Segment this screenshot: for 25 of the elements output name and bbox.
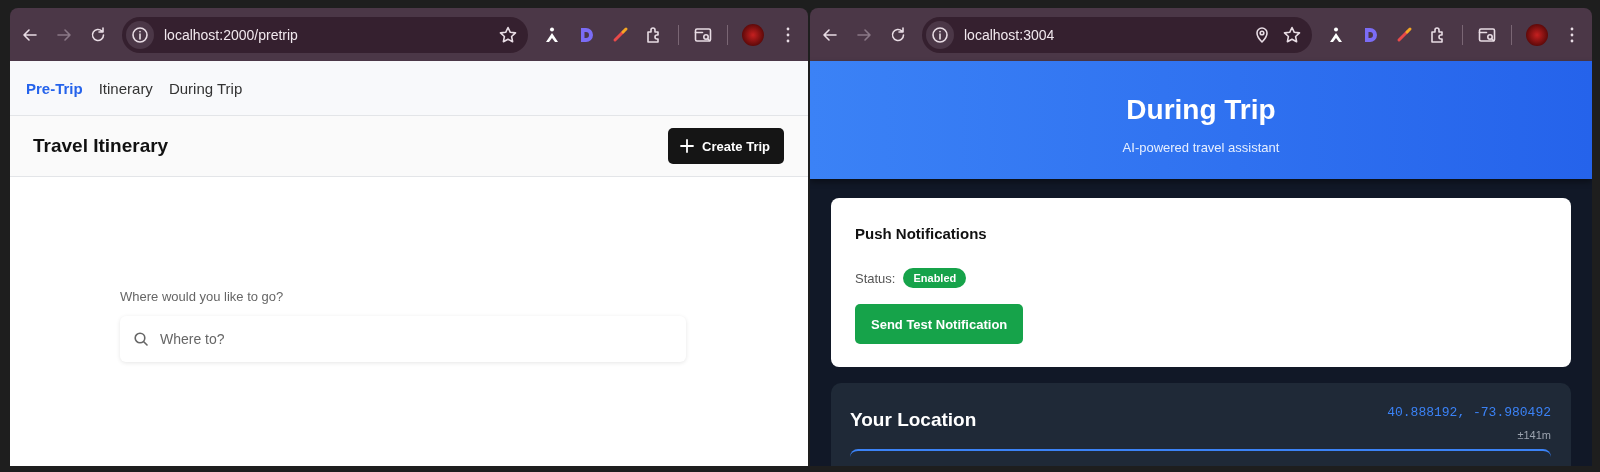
star-icon[interactable] <box>1282 24 1302 45</box>
card-title: Your Location <box>850 409 977 431</box>
plus-icon <box>680 139 695 153</box>
header-title: During Trip <box>1126 93 1276 126</box>
url-text: localhost:2000/pretrip <box>164 26 299 43</box>
page-title: Travel Itinerary <box>33 135 169 157</box>
info-icon[interactable] <box>130 24 150 45</box>
star-icon[interactable] <box>498 24 518 45</box>
create-trip-button[interactable]: Create Trip <box>668 128 784 164</box>
search-field[interactable]: Where to? <box>120 316 686 362</box>
coordinates-text: 40.888192, -73.980492 <box>1387 405 1551 420</box>
nav-link[interactable]: During Trip <box>168 79 243 97</box>
nav-link[interactable]: Itinerary <box>98 79 153 97</box>
info-icon[interactable] <box>930 24 950 45</box>
address-bar[interactable]: localhost:3004 <box>922 16 1312 53</box>
card-title: Push Notifications <box>855 225 987 242</box>
status-label: Status: <box>855 270 896 286</box>
accuracy-text: ±141m <box>1517 429 1551 441</box>
header-subtitle: AI-powered travel assistant <box>1122 139 1280 155</box>
nav-link[interactable]: Pre-Trip <box>26 79 83 97</box>
status-badge: Enabled <box>903 268 967 288</box>
address-bar[interactable]: localhost:2000/pretrip <box>122 16 528 53</box>
url-text: localhost:3004 <box>964 26 1056 43</box>
search-icon <box>133 331 149 347</box>
prompt-text: Where would you like to go? <box>120 289 285 304</box>
